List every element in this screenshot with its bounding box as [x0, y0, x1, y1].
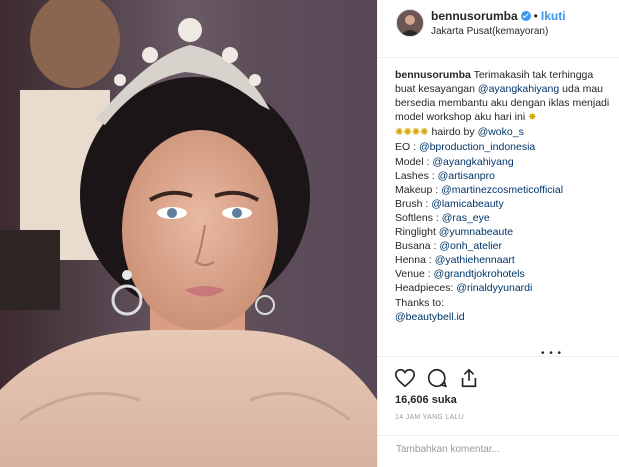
mention-link[interactable]: @yumnabeaute	[439, 226, 513, 238]
avatar[interactable]	[396, 9, 424, 37]
post-timestamp[interactable]: 14 JAM YANG LALU	[395, 414, 464, 421]
thanks-label: Thanks to:	[395, 296, 445, 309]
credit-line: Ringlight @yumnabeaute	[395, 226, 514, 239]
share-icon[interactable]	[458, 367, 480, 389]
post-photo[interactable]	[0, 0, 377, 467]
credit-line: Softlens : @ras_eye	[395, 211, 490, 224]
location-link[interactable]: Jakarta Pusat(kemayoran)	[431, 26, 548, 37]
post-caption: bennusorumba Terimakasih tak terhingga b…	[395, 68, 610, 324]
user-row: bennusorumba • Ikuti	[431, 9, 566, 23]
mention-link[interactable]: @ayangkahiyang	[432, 156, 513, 168]
post-image	[0, 0, 377, 467]
credit-line: Henna : @yathiehennaart	[395, 254, 515, 267]
caption-hairdo: ✺✺✺✺ hairdo by @woko_s	[395, 125, 610, 140]
caption-username[interactable]: bennusorumba	[395, 69, 471, 81]
comment-icon[interactable]	[426, 367, 448, 389]
mention-link[interactable]: @bproduction_indonesia	[419, 141, 535, 153]
mention-link[interactable]: @artisanpro	[438, 170, 495, 182]
mention-link[interactable]: @grandtjokrohotels	[434, 268, 525, 280]
caption-intro: bennusorumba Terimakasih tak terhingga b…	[395, 68, 610, 125]
likes-count[interactable]: 16,606 suka	[395, 394, 457, 406]
credit-line: Busana : @onh_atelier	[395, 240, 502, 253]
separator-dot: •	[533, 9, 538, 23]
verified-badge-icon	[520, 11, 531, 21]
heart-icon[interactable]	[394, 367, 416, 389]
post-username[interactable]: bennusorumba	[431, 9, 518, 23]
mention-link[interactable]: @ras_eye	[442, 212, 490, 224]
follow-button[interactable]: Ikuti	[541, 9, 566, 23]
mention-link[interactable]: @rinaldyyunardi	[456, 282, 532, 294]
credit-line: Lashes : @artisanpro	[395, 169, 495, 182]
mention-link[interactable]: @ayangkahiyang	[478, 83, 559, 95]
mention-link[interactable]: @onh_atelier	[439, 240, 502, 252]
credit-line: Model : @ayangkahiyang	[395, 155, 514, 168]
bee-emoji-icon: ✺✺✺✺	[395, 127, 429, 139]
post-sidebar: bennusorumba • Ikuti Jakarta Pusat(kemayor…	[377, 0, 619, 467]
thanks-line: @beautybell.id	[395, 310, 610, 324]
mention-link[interactable]: @yathiehennaart	[435, 254, 515, 266]
credit-line: EO : @bproduction_indonesia	[395, 141, 536, 154]
comment-box	[378, 435, 619, 467]
mention-link[interactable]: @woko_s	[478, 126, 524, 138]
comment-input[interactable]	[394, 443, 588, 456]
mention-link[interactable]: @martinezcosmeticofficial	[441, 184, 563, 196]
mention-link[interactable]: @beautybell.id	[395, 311, 465, 323]
post-header: bennusorumba • Ikuti Jakarta Pusat(kemayor…	[378, 0, 619, 58]
mention-link[interactable]: @lamicabeauty	[431, 198, 504, 210]
post-actions: 16,606 suka 14 JAM YANG LALU	[378, 356, 619, 436]
credit-line: Brush : @lamicabeauty	[395, 197, 504, 210]
credit-line: Headpieces: @rinaldyyunardi	[395, 282, 533, 295]
credit-line: Makeup : @martinezcosmeticofficial	[395, 183, 564, 196]
sparkle-emoji-icon: ✸	[528, 112, 537, 124]
credit-line: Venue : @grandtjokrohotels	[395, 268, 525, 281]
